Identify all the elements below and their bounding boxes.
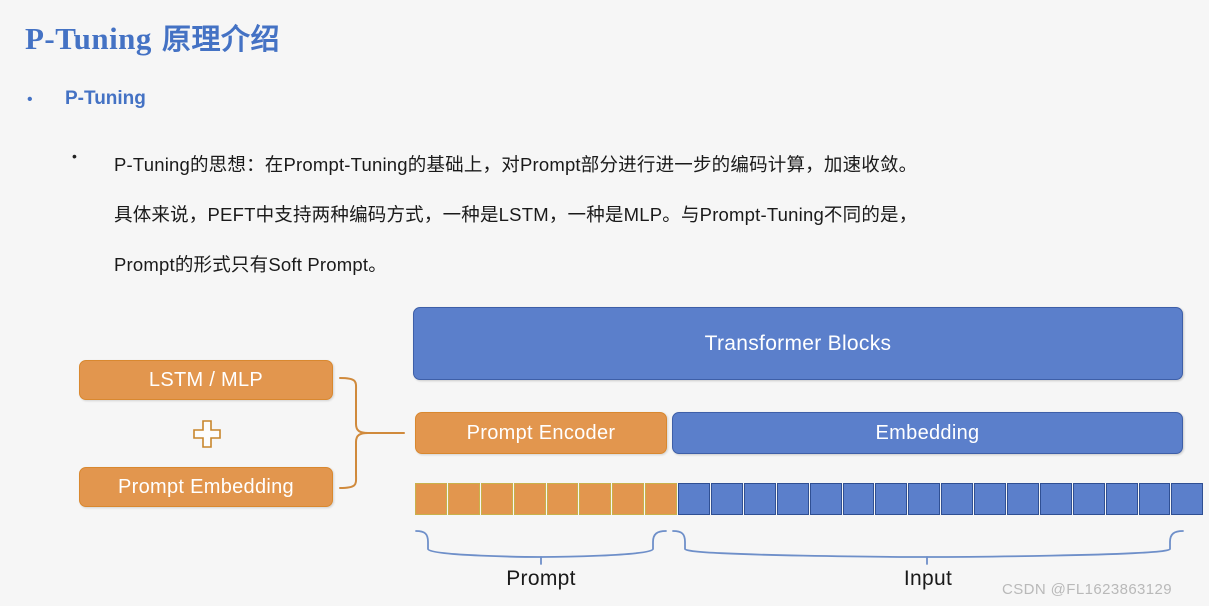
input-token-square (941, 483, 974, 515)
input-token-square (842, 483, 875, 515)
prompt-brace-label: Prompt (506, 567, 576, 590)
input-token-square (1171, 483, 1204, 515)
prompt-token-square (447, 483, 480, 515)
token-sequence-row (415, 483, 1204, 515)
prompt-brace-icon (415, 530, 667, 558)
input-token-square (743, 483, 776, 515)
input-token-square (1007, 483, 1039, 515)
input-brace-label: Input (903, 567, 953, 590)
prompt-token-square (546, 483, 579, 515)
input-token-square (678, 483, 711, 515)
input-token-square (1072, 483, 1105, 515)
input-token-square (1039, 483, 1072, 515)
input-token-square (1105, 483, 1138, 515)
slide-page: P-Tuning 原理介绍 • P-Tuning • P-Tuning的思想：在P… (0, 0, 1209, 606)
right-curly-brace-icon (339, 377, 369, 489)
input-token-square (776, 483, 809, 515)
input-token-square (974, 483, 1007, 515)
input-token-square (875, 483, 908, 515)
prompt-token-square (579, 483, 612, 515)
prompt-token-square (513, 483, 546, 515)
connector-brace-group (339, 377, 1184, 565)
input-token-square (809, 483, 842, 515)
csdn-watermark: CSDN @FL1623863129 (1002, 581, 1173, 598)
prompt-token-square (415, 483, 447, 515)
input-token-square (908, 483, 941, 515)
prompt-token-square (645, 483, 678, 515)
prompt-token-square (612, 483, 645, 515)
input-token-square (711, 483, 743, 515)
prompt-token-square (480, 483, 513, 515)
ptuning-architecture-diagram: Transformer Blocks Prompt Encoder Embedd… (0, 0, 1209, 606)
input-token-square (1138, 483, 1171, 515)
input-brace-icon (672, 530, 1184, 558)
